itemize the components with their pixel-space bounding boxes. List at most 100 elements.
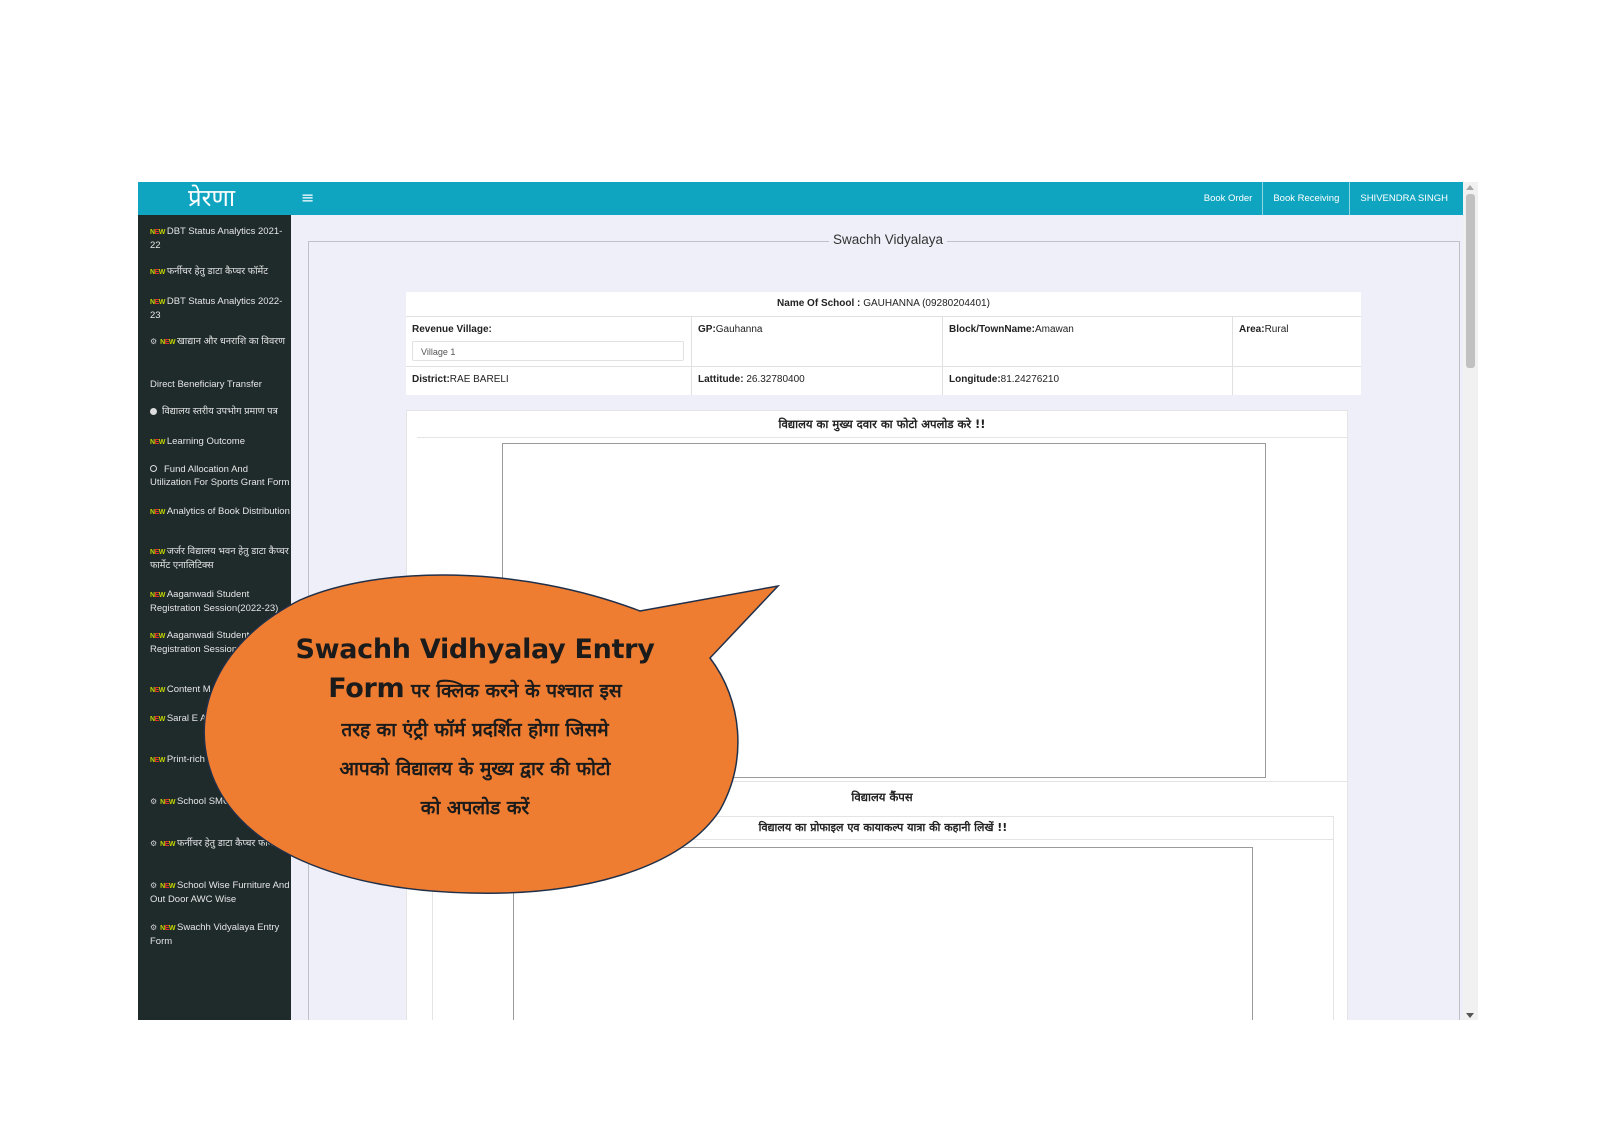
sidebar: NEW DBT Status Analytics 2021-22 NEW फर्नीच… — [138, 215, 291, 1020]
top-nav-links: Book Order Book Receiving SHIVENDRA SING… — [1194, 182, 1458, 215]
school-value: GAUHANNA (09280204401) — [863, 298, 990, 309]
sidebar-item[interactable]: ⚙ NEW School SMC M Entry Form — [150, 795, 290, 809]
gp-value: Gauhanna — [715, 324, 763, 335]
sidebar-item[interactable]: Direct Beneficiary Transfer — [150, 378, 290, 391]
callout-line-2-en: Form — [328, 673, 405, 704]
sidebar-item-label: विद्यालय स्तरीय उपभोग प्रमाण पत्र — [162, 406, 278, 417]
sidebar-item[interactable]: ⚙ NEW Swachh Vidyalaya Entry Form — [150, 921, 290, 948]
sidebar-item[interactable]: NEW DBT Status Analytics 2021-22 — [150, 225, 290, 252]
sidebar-item-label: Direct Beneficiary Transfer — [150, 379, 262, 390]
sidebar-item[interactable]: NEW Aaganwadi Student Registration Sessio… — [150, 588, 290, 615]
sidebar-item-label: Analytics of Book Distribution — [166, 506, 290, 517]
callout-line-1: Swachh Vidhyalay Entry — [295, 634, 655, 665]
revenue-village-field[interactable]: Village 1 — [412, 341, 684, 361]
new-badge-icon: NEW — [150, 687, 165, 694]
new-badge-icon: NEW — [150, 229, 165, 236]
new-badge-icon: NEW — [150, 269, 165, 276]
sidebar-item[interactable]: ⚙ NEW खाद्यान और धनराशि का विवरण — [150, 335, 290, 349]
sidebar-item[interactable]: ⚙ NEW फर्नीचर हेतु डाटा कैप्चर फॉर्मेट — [150, 837, 290, 851]
sidebar-item-label: Content M — [166, 684, 211, 695]
new-badge-icon: NEW — [150, 299, 165, 306]
new-badge-icon: NEW — [150, 592, 165, 599]
sidebar-item[interactable]: NEW जर्जर विद्यालय भवन हेतु डाटा कैप्चर फ… — [150, 545, 290, 572]
dashboard-icon: ⚙ — [150, 881, 158, 890]
new-badge-icon: NEW — [150, 716, 165, 723]
top-navbar: प्रेरणा ≡ Book Order Book Receiving SHIV… — [138, 182, 1478, 215]
latitude-value: 26.32780400 — [746, 374, 805, 385]
new-badge-icon: NEW — [150, 549, 165, 556]
sidebar-item[interactable]: NEW Aaganwadi Student Registration Sessio… — [150, 629, 290, 656]
sidebar-item-label: फर्नीचर हेतु डाटा कैप्चर फॉर्मेट — [166, 266, 269, 277]
main-content: Swachh Vidyalaya Name Of School : GAUHAN… — [291, 215, 1478, 1020]
sidebar-item-label: Print-rich Sandarshika — [166, 754, 261, 765]
sidebar-item[interactable]: NEW Analytics of Book Distribution — [150, 505, 290, 519]
scroll-up-arrow-icon[interactable] — [1466, 185, 1474, 190]
latitude-label: Lattitude: — [698, 374, 744, 385]
form-title: Swachh Vidyalaya — [829, 232, 948, 247]
dashboard-icon: ⚙ — [150, 839, 158, 848]
scroll-thumb[interactable] — [1466, 194, 1475, 368]
new-badge-icon: NEW — [160, 841, 176, 848]
story-textarea[interactable] — [513, 847, 1253, 1020]
area-value: Rural — [1264, 324, 1289, 335]
sidebar-item-label: Saral E Analytics Sess — [166, 713, 262, 724]
sidebar-item-label: Aaganwadi Student Registration Session(2… — [150, 630, 286, 655]
new-badge-icon: NEW — [150, 509, 165, 516]
main-gate-photo-heading: विद्यालय का मुख्य दवार का फोटो अपलोड करे… — [417, 411, 1347, 438]
location-row: Revenue Village: Village 1 GP:Gauhanna B… — [406, 317, 1361, 367]
coordinates-row: District:RAE BARELI Lattitude: 26.327804… — [406, 367, 1361, 395]
sidebar-item[interactable]: NEW फर्नीचर हेतु डाटा कैप्चर फॉर्मेट — [150, 265, 290, 279]
revenue-village-cell: Revenue Village: Village 1 — [406, 317, 691, 366]
area-label: Area: — [1239, 324, 1265, 335]
gp-cell: GP:Gauhanna — [691, 317, 942, 366]
sidebar-item[interactable]: NEW Print-rich Sandarshika — [150, 753, 290, 767]
sidebar-item[interactable]: NEW DBT Status Analytics 2022-23 — [150, 295, 290, 322]
filled-circle-icon — [150, 408, 157, 415]
hamburger-icon[interactable]: ≡ — [301, 188, 314, 207]
district-value: RAE BARELI — [449, 374, 509, 385]
district-label: District: — [412, 374, 450, 385]
sidebar-item-label: Learning Outcome — [166, 436, 246, 447]
callout-text: Swachh Vidhyalay Entry Form पर क्लिक करन… — [285, 630, 665, 828]
block-cell: Block/TownName:Amawan — [942, 317, 1232, 366]
book-receiving-link[interactable]: Book Receiving — [1262, 182, 1349, 215]
dashboard-icon: ⚙ — [150, 923, 158, 932]
user-menu-link[interactable]: SHIVENDRA SINGH — [1349, 182, 1458, 215]
gp-label: GP: — [698, 324, 716, 335]
callout-line-4: आपको विद्यालय के मुख्य द्वार की फोटो — [339, 758, 611, 780]
sidebar-item[interactable]: Fund Allocation And Utilization For Spor… — [150, 463, 290, 489]
school-info-table: Name Of School : GAUHANNA (09280204401) … — [406, 292, 1361, 395]
area-cell: Area:Rural — [1232, 317, 1361, 366]
sidebar-item-label: School SMC M Entry Form — [177, 796, 290, 807]
longitude-label: Longitude: — [949, 374, 1001, 385]
scroll-down-arrow-icon[interactable] — [1466, 1013, 1474, 1018]
callout-line-2: Form पर क्लिक करने के पश्चात इस — [285, 669, 665, 711]
circle-outline-icon — [150, 465, 157, 472]
app-window: प्रेरणा ≡ Book Order Book Receiving SHIV… — [138, 182, 1478, 1020]
sidebar-item-label: जर्जर विद्यालय भवन हेतु डाटा कैप्चर फार्… — [150, 546, 289, 571]
sidebar-item[interactable]: विद्यालय स्तरीय उपभोग प्रमाण पत्र — [150, 405, 290, 418]
sidebar-item-label: खाद्यान और धनराशि का विवरण — [177, 336, 286, 347]
new-badge-icon: NEW — [160, 883, 176, 890]
district-cell: District:RAE BARELI — [406, 367, 691, 395]
sidebar-item[interactable]: ⚙ NEW School Wise Furniture And Out Door A… — [150, 879, 290, 906]
revenue-village-label: Revenue Village: — [412, 324, 492, 335]
new-badge-icon: NEW — [150, 757, 165, 764]
new-badge-icon: NEW — [160, 925, 176, 932]
new-badge-icon: NEW — [160, 799, 176, 806]
sidebar-item-label: DBT Status Analytics 2022-23 — [150, 296, 283, 321]
dashboard-icon: ⚙ — [150, 337, 158, 346]
sidebar-item-label: Fund Allocation And Utilization For Spor… — [150, 464, 290, 488]
sidebar-item-label: DBT Status Analytics 2021-22 — [150, 226, 283, 251]
sidebar-item-label: फर्नीचर हेतु डाटा कैप्चर फॉर्मेट — [177, 838, 279, 849]
app-logo[interactable]: प्रेरणा — [188, 184, 235, 212]
vertical-scrollbar[interactable] — [1463, 182, 1478, 1020]
sidebar-item-label: Aaganwadi Student Registration Session(2… — [150, 589, 279, 614]
new-badge-icon: NEW — [160, 339, 176, 346]
sidebar-item[interactable]: NEW Content M — [150, 683, 290, 697]
callout-line-3: तरह का एंट्री फॉर्म प्रदर्शित होगा जिसमे — [341, 719, 609, 741]
sidebar-item[interactable]: NEW Saral E Analytics Sess — [150, 712, 290, 726]
longitude-value: 81.24276210 — [1000, 374, 1060, 385]
sidebar-item[interactable]: NEW Learning Outcome — [150, 435, 290, 449]
book-order-link[interactable]: Book Order — [1194, 182, 1263, 215]
